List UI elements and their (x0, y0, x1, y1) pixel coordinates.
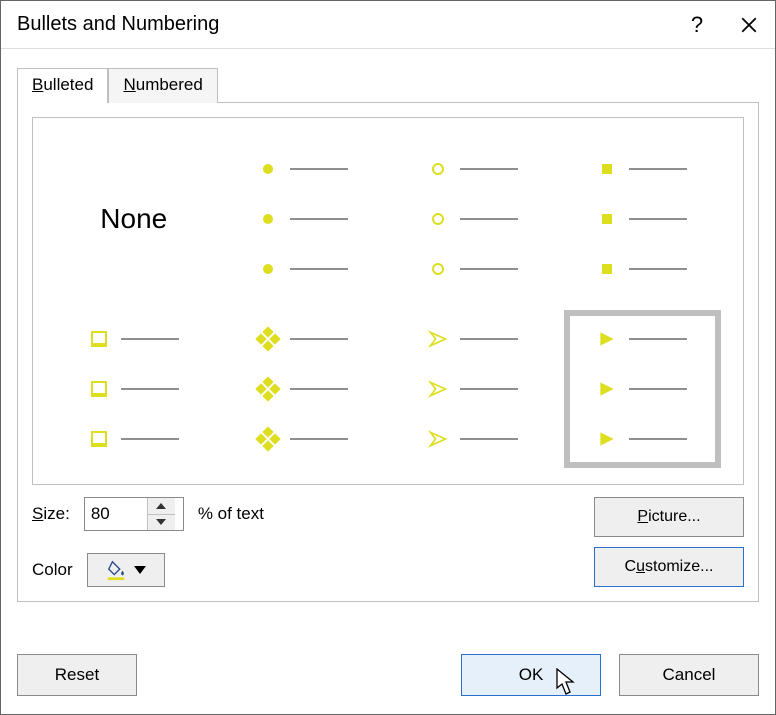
ring-icon (428, 159, 448, 179)
triangle-icon (597, 329, 617, 349)
reset-button[interactable]: Reset (17, 654, 137, 696)
size-suffix: % of text (198, 504, 264, 524)
dialog-content: Bulleted Numbered None (1, 49, 775, 644)
bullet-option-box[interactable] (49, 304, 219, 474)
paint-bucket-icon (106, 559, 128, 581)
titlebar: Bullets and Numbering ? (1, 1, 775, 49)
help-icon: ? (691, 12, 703, 38)
close-button[interactable] (723, 1, 775, 49)
tab-panel: None (17, 102, 759, 602)
size-spinner[interactable] (84, 497, 184, 531)
bullet-option-diamonds[interactable] (219, 304, 389, 474)
dialog-title: Bullets and Numbering (17, 13, 671, 36)
customize-button[interactable]: Customize... (594, 547, 744, 587)
chevron-down-icon (134, 566, 146, 574)
none-label: None (100, 203, 167, 235)
bullet-option-none[interactable]: None (49, 134, 219, 304)
close-icon (740, 16, 758, 34)
bullet-option-square[interactable] (558, 134, 728, 304)
size-label: Size: (32, 504, 70, 524)
bullet-gallery: None (32, 117, 744, 485)
tab-bulleted[interactable]: Bulleted (17, 68, 108, 103)
box-icon (89, 329, 109, 349)
picture-button[interactable]: Picture... (594, 497, 744, 537)
arrowhead-icon (428, 329, 448, 349)
size-input[interactable] (85, 498, 147, 530)
dot-icon (258, 159, 278, 179)
bullet-option-dot[interactable] (219, 134, 389, 304)
lower-controls: Size: % of text Color (32, 497, 744, 587)
size-spin-up[interactable] (148, 498, 175, 515)
bullet-option-ring[interactable] (388, 134, 558, 304)
size-row: Size: % of text (32, 497, 578, 531)
dialog-footer: Reset OK Cancel (1, 644, 775, 714)
ok-button[interactable]: OK (461, 654, 601, 696)
color-dropdown[interactable] (87, 553, 165, 587)
tab-numbered[interactable]: Numbered (108, 68, 217, 103)
tab-strip: Bulleted Numbered (17, 67, 759, 102)
cancel-button[interactable]: Cancel (619, 654, 759, 696)
help-button[interactable]: ? (671, 1, 723, 49)
bullet-option-arrowhead[interactable] (388, 304, 558, 474)
square-icon (597, 159, 617, 179)
bullet-option-triangle[interactable] (558, 304, 728, 474)
bullets-numbering-dialog: Bullets and Numbering ? Bulleted Numbere… (0, 0, 776, 715)
size-spin-down[interactable] (148, 515, 175, 531)
diamonds-icon (258, 329, 278, 349)
bullet-grid: None (49, 134, 727, 474)
color-row: Color (32, 553, 578, 587)
color-label: Color (32, 560, 73, 580)
